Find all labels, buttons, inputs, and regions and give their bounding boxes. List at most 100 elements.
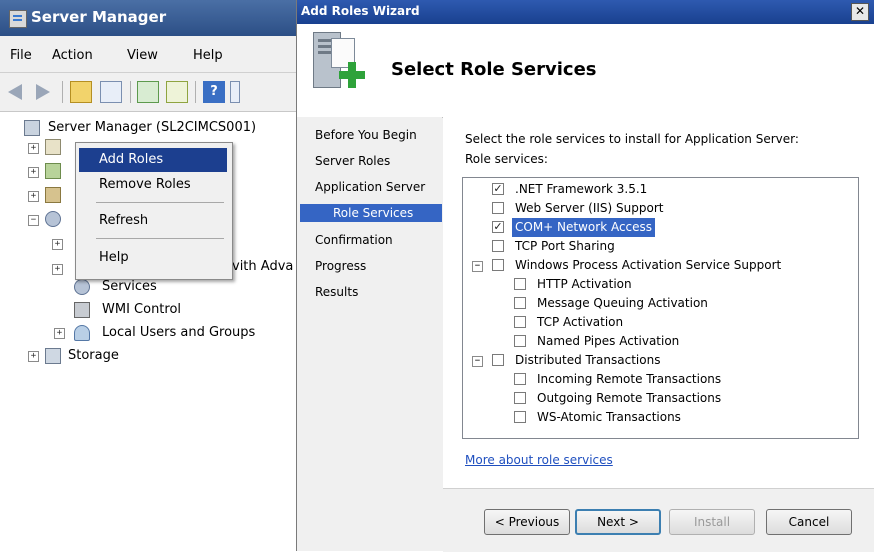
role-service-item[interactable]: HTTP Activation bbox=[514, 275, 844, 294]
wizard-footer: < Previous Next > Install Cancel bbox=[443, 488, 874, 552]
collapse-configuration-icon[interactable]: − bbox=[28, 215, 39, 226]
role-service-item[interactable]: TCP Activation bbox=[514, 313, 844, 332]
firewall-label-partial[interactable]: vith Adva bbox=[232, 257, 293, 277]
step-before-you-begin[interactable]: Before You Begin bbox=[315, 126, 417, 144]
menu-action[interactable]: Action bbox=[52, 48, 93, 63]
role-service-group[interactable]: − Distributed Transactions bbox=[472, 351, 857, 370]
wizard-title: Add Roles Wizard bbox=[301, 4, 420, 18]
step-server-roles[interactable]: Server Roles bbox=[315, 152, 390, 170]
expand-features-icon[interactable]: + bbox=[28, 167, 39, 178]
role-service-item[interactable]: ✓ .NET Framework 3.5.1 bbox=[492, 180, 852, 199]
collapse-icon[interactable]: − bbox=[472, 356, 483, 367]
wizard-content: Select the role services to install for … bbox=[443, 117, 874, 488]
up-folder-icon[interactable] bbox=[70, 81, 92, 103]
next-button[interactable]: Next > bbox=[575, 509, 661, 535]
toolbar-overflow-icon[interactable] bbox=[230, 81, 240, 103]
role-service-label: HTTP Activation bbox=[537, 277, 632, 291]
step-results[interactable]: Results bbox=[315, 283, 358, 301]
role-service-item[interactable]: Message Queuing Activation bbox=[514, 294, 844, 313]
checkbox-checked[interactable]: ✓ bbox=[492, 221, 504, 233]
server-icon bbox=[24, 120, 40, 136]
checkbox[interactable] bbox=[514, 392, 526, 404]
checkbox[interactable] bbox=[514, 316, 526, 328]
cancel-button[interactable]: Cancel bbox=[766, 509, 852, 535]
context-add-roles[interactable]: Add Roles bbox=[79, 148, 227, 172]
back-icon[interactable] bbox=[8, 84, 22, 100]
refresh-icon[interactable] bbox=[137, 81, 159, 103]
expand-roles-icon[interactable]: + bbox=[28, 143, 39, 154]
roles-icon bbox=[45, 139, 61, 155]
checkbox[interactable] bbox=[514, 278, 526, 290]
checkbox[interactable] bbox=[514, 335, 526, 347]
export-icon[interactable] bbox=[166, 81, 188, 103]
checkbox[interactable] bbox=[492, 354, 504, 366]
step-confirmation[interactable]: Confirmation bbox=[315, 231, 393, 249]
add-roles-icon bbox=[313, 32, 365, 94]
role-service-item[interactable]: Named Pipes Activation bbox=[514, 332, 844, 351]
role-service-item[interactable]: Incoming Remote Transactions bbox=[514, 370, 844, 389]
toolbar-separator bbox=[195, 81, 196, 103]
role-service-label: TCP Activation bbox=[537, 315, 624, 329]
more-about-role-services-link[interactable]: More about role services bbox=[465, 453, 613, 467]
checkbox-checked[interactable]: ✓ bbox=[492, 183, 504, 195]
role-service-item[interactable]: WS-Atomic Transactions bbox=[514, 408, 844, 427]
role-service-label: COM+ Network Access bbox=[512, 218, 656, 237]
step-application-server[interactable]: Application Server bbox=[315, 178, 425, 196]
features-icon bbox=[45, 163, 61, 179]
context-remove-roles[interactable]: Remove Roles bbox=[79, 173, 227, 197]
context-help[interactable]: Help bbox=[79, 246, 227, 270]
role-service-item[interactable]: Outgoing Remote Transactions bbox=[514, 389, 844, 408]
checkbox[interactable] bbox=[514, 373, 526, 385]
role-service-label: Distributed Transactions bbox=[515, 353, 661, 367]
wizard-header: Select Role Services bbox=[297, 24, 874, 118]
checkbox[interactable] bbox=[514, 297, 526, 309]
expand-local-users-icon[interactable]: + bbox=[54, 328, 65, 339]
add-roles-wizard-window: Add Roles Wizard ✕ Select Role Services … bbox=[296, 0, 874, 552]
step-progress[interactable]: Progress bbox=[315, 257, 366, 275]
role-service-item[interactable]: TCP Port Sharing bbox=[492, 237, 852, 256]
close-icon[interactable]: ✕ bbox=[851, 3, 869, 21]
server-manager-app-icon bbox=[9, 10, 27, 28]
expand-diagnostics-icon[interactable]: + bbox=[28, 191, 39, 202]
previous-button[interactable]: < Previous bbox=[484, 509, 570, 535]
context-separator bbox=[96, 202, 224, 203]
collapse-icon[interactable]: − bbox=[472, 261, 483, 272]
expand-firewall-icon[interactable]: + bbox=[52, 264, 63, 275]
wmi-control-icon bbox=[74, 302, 90, 318]
role-service-item[interactable]: Web Server (IIS) Support bbox=[492, 199, 852, 218]
server-manager-window: Server Manager File Action View Help ? S… bbox=[0, 0, 301, 385]
storage-label: Storage bbox=[68, 348, 119, 363]
show-hide-icon[interactable] bbox=[100, 81, 122, 103]
expand-storage-icon[interactable]: + bbox=[28, 351, 39, 362]
role-service-item-selected[interactable]: ✓ COM+ Network Access bbox=[492, 218, 852, 237]
role-services-list: ✓ .NET Framework 3.5.1 Web Server (IIS) … bbox=[462, 177, 859, 439]
users-icon bbox=[74, 325, 90, 341]
checkbox[interactable] bbox=[514, 411, 526, 423]
toolbar-separator bbox=[130, 81, 131, 103]
expand-task-scheduler-icon[interactable]: + bbox=[52, 239, 63, 250]
role-service-label: Message Queuing Activation bbox=[537, 296, 708, 310]
storage-icon bbox=[45, 348, 61, 364]
role-service-label: .NET Framework 3.5.1 bbox=[515, 182, 648, 196]
step-role-services[interactable]: Role Services bbox=[300, 204, 442, 222]
forward-icon[interactable] bbox=[36, 84, 50, 100]
checkbox[interactable] bbox=[492, 202, 504, 214]
menu-help[interactable]: Help bbox=[193, 48, 223, 63]
checkbox[interactable] bbox=[492, 240, 504, 252]
context-separator bbox=[96, 238, 224, 239]
context-refresh[interactable]: Refresh bbox=[79, 209, 227, 233]
help-icon[interactable]: ? bbox=[203, 81, 225, 103]
configuration-icon bbox=[45, 211, 61, 227]
wizard-steps: Before You Begin Server Roles Applicatio… bbox=[297, 117, 442, 551]
wizard-title-bar[interactable]: Add Roles Wizard ✕ bbox=[297, 0, 874, 24]
role-service-label: WS-Atomic Transactions bbox=[537, 410, 681, 424]
role-service-label: Windows Process Activation Service Suppo… bbox=[515, 258, 782, 272]
tree-root-label: Server Manager (SL2CIMCS001) bbox=[48, 120, 257, 135]
menu-view[interactable]: View bbox=[127, 48, 158, 63]
menu-file[interactable]: File bbox=[10, 48, 32, 63]
instruction-text: Select the role services to install for … bbox=[465, 132, 799, 146]
server-manager-title-bar[interactable]: Server Manager bbox=[0, 0, 300, 36]
role-service-group[interactable]: − Windows Process Activation Service Sup… bbox=[472, 256, 857, 275]
context-menu: Add Roles Remove Roles Refresh Help bbox=[75, 142, 233, 280]
checkbox[interactable] bbox=[492, 259, 504, 271]
